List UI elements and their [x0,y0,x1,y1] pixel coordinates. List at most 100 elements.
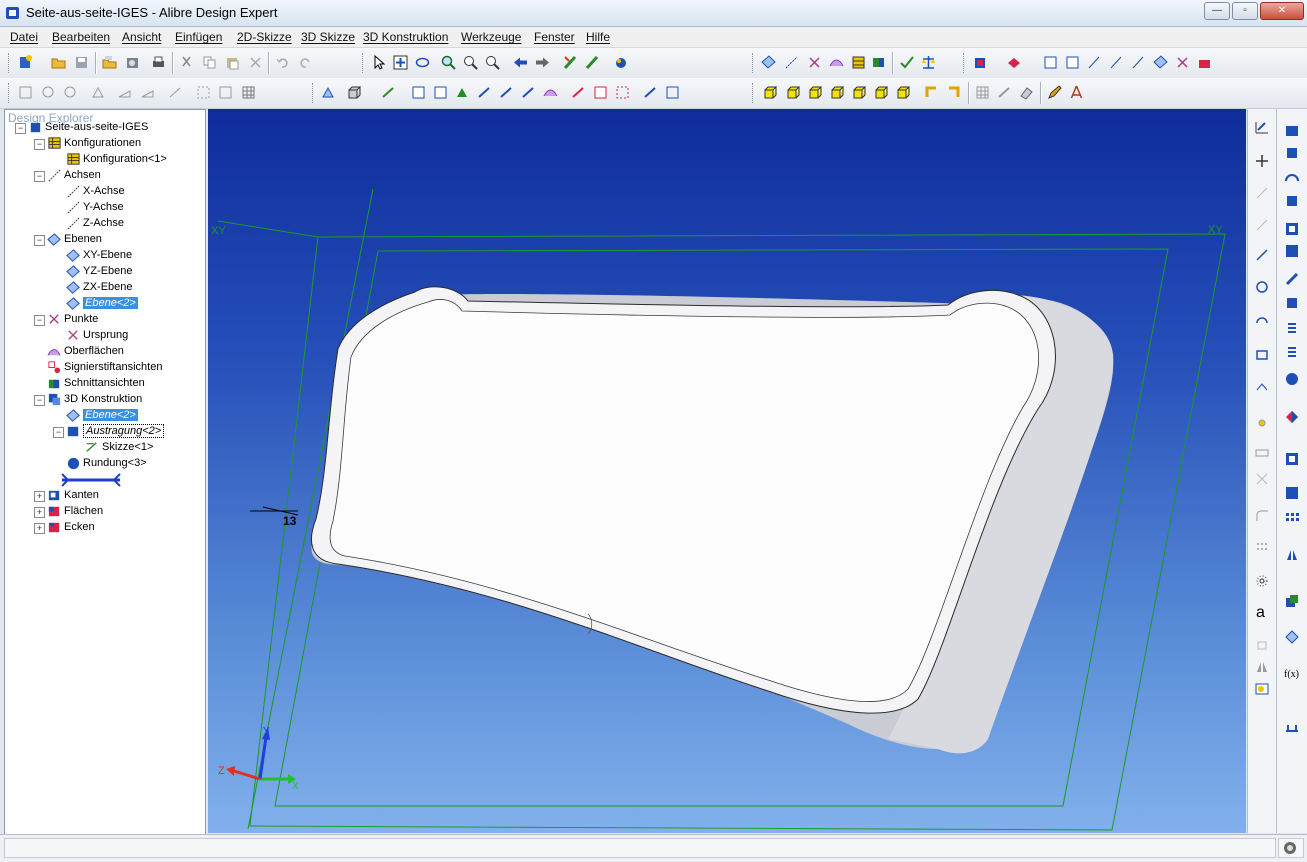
boss-loft-icon[interactable] [1284,193,1300,209]
insert-axis-icon[interactable] [783,54,800,71]
tree-item[interactable]: Schnittansichten [5,376,203,392]
tree-item[interactable]: − Austragung<2> [5,424,203,440]
sketch-pattern-icon[interactable] [1254,539,1270,555]
sketch-lock-icon[interactable] [1254,635,1270,651]
menu-3d-konstruktion[interactable]: 3D Konstruktion [363,30,448,44]
sketch-tool-8-icon[interactable] [217,84,234,101]
cut-sweep-icon[interactable] [1284,271,1300,287]
sketch-slot-icon[interactable] [1254,445,1270,461]
menu-2d-skizze[interactable]: 2D-Skizze [237,30,292,44]
thicken-icon[interactable] [520,84,537,101]
sketch-line-icon[interactable] [1254,247,1270,263]
close-button[interactable]: ✕ [1260,2,1304,20]
tree-item[interactable]: Y-Achse [5,200,203,216]
rollback-icon[interactable] [1284,721,1300,737]
sketch-mode-icon[interactable] [562,54,579,71]
sketch-point-icon[interactable] [1254,153,1270,169]
view-rotate-90-icon[interactable] [945,84,962,101]
extrude-boss-icon[interactable] [410,84,427,101]
sketch-spline-point-icon[interactable] [1254,415,1270,431]
filter-edges-icon[interactable] [1042,54,1059,71]
insert-point-icon[interactable] [806,54,823,71]
sketch-trim-icon[interactable] [1254,471,1270,487]
tree-toggle[interactable]: − [34,171,45,182]
shell-feature-icon[interactable] [1284,451,1300,467]
configuration-table-icon[interactable] [850,54,867,71]
tree-item[interactable] [5,472,203,488]
sketch-grid-2-icon[interactable] [240,84,257,101]
scene-canvas[interactable]: XY XY 13 X Y Z [208,109,1246,833]
tree-item[interactable]: Konfiguration<1> [5,152,203,168]
menu-werkzeuge[interactable]: Werkzeuge [461,30,521,44]
boolean-feature-icon[interactable] [1284,593,1300,609]
maximize-button[interactable]: ▫ [1232,2,1258,20]
rollback-bar-icon[interactable] [60,473,122,487]
toolbar-grip[interactable] [312,83,316,103]
filter-axes-icon[interactable] [1130,54,1147,71]
sketch-tool-3-icon[interactable] [90,84,107,101]
3d-viewport[interactable]: XY XY 13 X Y Z [208,109,1246,833]
filter-curves-icon[interactable] [1108,54,1125,71]
tree-item[interactable]: + Kanten [5,488,203,504]
paste-icon[interactable] [224,54,241,71]
sketch-circle-icon[interactable] [1254,279,1270,295]
boss-revolve-icon[interactable] [1284,145,1300,161]
tree-item[interactable]: Skizze<1> [5,440,203,456]
select-arrow-icon[interactable] [370,54,387,71]
pencil-icon[interactable] [1046,84,1063,101]
extrude-cut-icon[interactable] [570,84,587,101]
display-mode-icon[interactable] [972,54,989,71]
tree-toggle[interactable]: − [53,427,64,438]
tree-item[interactable]: Ursprung [5,328,203,344]
view-cube-icon[interactable] [346,84,363,101]
delete-icon[interactable] [247,54,264,71]
next-view-icon[interactable] [534,54,551,71]
section-view-icon[interactable] [870,54,887,71]
tree-item[interactable]: Rundung<3> [5,456,203,472]
thread-icon[interactable] [664,84,681,101]
sketch-image-icon[interactable] [1254,681,1270,697]
tree-item[interactable]: + Flächen [5,504,203,520]
print-icon[interactable] [150,54,167,71]
sketch-arc-tangent-icon[interactable] [1254,217,1270,233]
tree-toggle[interactable]: − [34,315,45,326]
loft-boss-icon[interactable] [454,84,471,101]
check-design-icon[interactable] [898,54,915,71]
tree-toggle[interactable]: + [34,523,45,534]
filter-sketches-icon[interactable] [1196,54,1213,71]
menu-hilfe[interactable]: Hilfe [586,30,610,44]
sketch-polygon-icon[interactable] [1254,379,1270,395]
dimension-value[interactable]: 13 [283,514,297,528]
view-normal-to-icon[interactable] [923,84,940,101]
menu-fenster[interactable]: Fenster [534,30,575,44]
constraint-icon[interactable] [380,84,397,101]
insert-plane-icon[interactable] [760,54,777,71]
minimize-button[interactable]: — [1204,2,1230,20]
sketch-grid-icon[interactable] [17,84,34,101]
tree-item[interactable]: Ebene<2> [5,296,203,312]
tree-item[interactable]: ZX-Ebene [5,280,203,296]
zoom-fit-icon[interactable] [484,54,501,71]
table-grid-icon[interactable] [974,84,991,101]
sketch-arc-icon[interactable] [1254,313,1270,329]
measure-icon[interactable] [996,84,1013,101]
toolbar-grip[interactable] [8,83,12,103]
tree-item[interactable]: − Konfigurationen [5,136,203,152]
menu-3d-skizze[interactable]: 3D Skizze [301,30,355,44]
tree-item[interactable]: − 3D Konstruktion [5,392,203,408]
surface-boss-icon[interactable] [542,84,559,101]
toolbar-grip[interactable] [752,83,756,103]
sketch-circular-pattern-icon[interactable] [1254,573,1270,589]
hole-icon[interactable] [642,84,659,101]
tree-item[interactable]: − Seite-aus-seite-IGES [5,120,203,136]
sketch-mirror-icon[interactable] [1254,659,1270,675]
revolve-cut-icon[interactable] [592,84,609,101]
view-top-icon[interactable] [807,84,824,101]
menu-bearbeiten[interactable]: Bearbeiten [52,30,110,44]
copy-icon[interactable] [201,54,218,71]
surface-icon[interactable] [828,54,845,71]
sketch-tool-6-icon[interactable] [167,84,184,101]
tree-item[interactable]: Z-Achse [5,216,203,232]
visibility-icon[interactable] [1006,54,1023,71]
boss-sweep-icon[interactable] [1284,171,1300,187]
